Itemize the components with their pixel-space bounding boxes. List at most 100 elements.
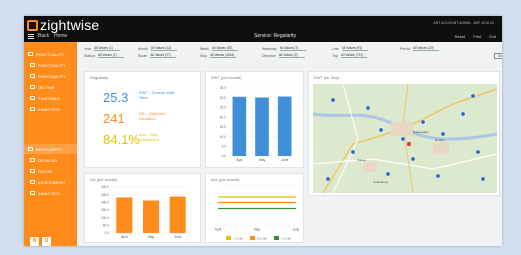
y-tick-label: 200.0 — [101, 201, 109, 205]
map-svg — [313, 84, 497, 193]
map-card: EWT per Stop Nieuwegein Houten Vianen Cu… — [308, 71, 500, 196]
check-icon — [30, 180, 35, 184]
sidebar-button-1[interactable]: 6 — [30, 237, 39, 246]
print-link[interactable]: Print — [473, 34, 481, 39]
filter-month[interactable]: Month All Values (12) — [138, 46, 177, 51]
map-label-2: Houten — [435, 138, 445, 142]
legend-swatch — [274, 236, 279, 240]
clock-icon — [28, 52, 33, 56]
page-title: Service: Regularity — [254, 33, 296, 39]
map-title: EWT per Stop — [314, 75, 340, 80]
filter-week[interactable]: Week All Values (53) — [200, 46, 238, 51]
sidebar-item-assessment[interactable]: ASSESSMENT — [30, 178, 65, 186]
filter-bar: Year All Values (1) Month All Values (12) … — [84, 45, 502, 61]
x-tick-label: June — [281, 158, 288, 162]
legend-label: < 2 min — [233, 237, 243, 241]
chart-icon — [30, 191, 35, 195]
bar-aprl — [232, 96, 247, 156]
x-tick-label: April — [121, 235, 128, 239]
go-button[interactable]: Go — [494, 53, 502, 59]
y-tick-label: 10.0 — [220, 135, 226, 139]
menu-icon[interactable] — [28, 34, 34, 39]
map-view[interactable]: Nieuwegein Houten Vianen Culemborg — [313, 84, 497, 193]
kpi-sd-value: 241 — [103, 111, 125, 126]
x-tick-label: May — [259, 158, 266, 162]
bar-june — [169, 196, 186, 233]
filter-station[interactable]: Station All Values (1) — [84, 53, 124, 58]
nav-home[interactable]: Home — [54, 33, 67, 39]
chart-icon — [30, 107, 35, 111]
sidebar-item-punctuality-stop[interactable]: PUNCTUALITY — [30, 72, 66, 80]
kpi-card: Regularity 25.3 EWT – Excess Wait Time 2… — [84, 71, 201, 168]
x-tick-label: April — [215, 228, 222, 232]
x-tick-label: May — [148, 235, 155, 239]
list-icon — [30, 158, 35, 162]
map-label-4: Culemborg — [373, 180, 388, 184]
app-logo: zightwise — [40, 17, 100, 33]
sidebar-item-punctuality-route[interactable]: PUNCTUALITY — [30, 61, 66, 69]
exit-link[interactable]: Exit — [489, 34, 496, 39]
kpi-ewt-value: 25.3 — [103, 90, 129, 105]
kpi-title: Regularity — [90, 75, 109, 80]
sidebar-item-detailed[interactable]: DETAILED — [30, 156, 57, 164]
y-tick-label: 300.0 — [101, 185, 109, 189]
y-tick-label: 250.0 — [101, 193, 109, 197]
filter-stop[interactable]: Stop All Values (4004) — [200, 53, 237, 58]
filter-period[interactable]: Period All Values (20) — [400, 46, 440, 51]
ewt-bar-chart: 35.0 30.0 25.0 20.0 15.0 10.0 5.0 0.0 Aprl May Jun… — [220, 86, 296, 162]
x-tick-label: Aprl — [236, 158, 242, 162]
acc-line-chart: April May June < 2 min 2-5 min > 5 min — [215, 185, 300, 241]
x-tick-label: June — [174, 235, 181, 239]
sidebar-item-timetable[interactable]: TIMETABLE — [30, 94, 60, 102]
kpi-acc-value: 84.1% — [103, 132, 140, 147]
urban-area — [391, 122, 413, 136]
map-label-1: Nieuwegein — [413, 130, 429, 134]
y-tick-label: 35.0 — [220, 86, 226, 90]
kpi-acc-label: Acc – Stop Adjustment — [139, 132, 160, 142]
top-bar: zightwise Back Home Service: Regularity … — [24, 16, 502, 42]
sidebar-item-on-time[interactable]: ON TIME — [30, 83, 55, 91]
filter-weekday[interactable]: Weekday All Values (7) — [262, 46, 306, 51]
filter-route[interactable]: Route All Values (27) — [138, 53, 177, 58]
route-icon — [30, 169, 35, 173]
sidebar-item-analytics[interactable]: ANALYTICS — [30, 105, 60, 113]
filter-line[interactable]: Line All Values (91) — [332, 46, 368, 51]
y-tick-label: 0.0 — [105, 231, 110, 235]
ewt-chart-card: EWT (per month) 35.0 30.0 25.0 20.0 15.0 10.0… — [205, 71, 304, 168]
sd-bar-chart: 300.0 250.0 200.0 150.0 100.0 50.0 0.0 April May… — [101, 185, 191, 239]
sidebar-button-2[interactable]: 0 — [42, 237, 51, 246]
route-icon — [30, 63, 35, 67]
y-tick-label: 20.0 — [220, 115, 226, 119]
logo-icon — [27, 20, 38, 31]
y-tick-label: 30.0 — [220, 96, 226, 100]
bar-may — [143, 200, 159, 233]
reset-link[interactable]: Reset — [455, 34, 465, 39]
y-tick-label: 15.0 — [220, 125, 226, 129]
filter-direction[interactable]: Direction All Values (2) — [262, 53, 305, 58]
acc-chart-card: Acc (per month) April May June < 2 min 2-5 m… — [205, 173, 304, 243]
kpi-ewt-label: EWT – Excess Wait Time — [139, 90, 175, 100]
x-tick-label: June — [293, 228, 300, 232]
kpi-sd-label: SD – Standard Deviation — [139, 111, 166, 121]
table-icon — [30, 96, 35, 100]
time-icon — [30, 85, 35, 89]
urban-area — [433, 142, 449, 154]
sidebar-item-regularity[interactable]: REGULARITY — [28, 145, 62, 153]
nav-back[interactable]: Back — [38, 33, 49, 39]
selected-stop-marker — [406, 141, 412, 147]
map-label-3: Vianen — [357, 158, 367, 162]
app-window: zightwise Back Home Service: Regularity … — [24, 16, 502, 246]
y-tick-label: 5.0 — [222, 144, 227, 148]
bar-may — [255, 97, 269, 156]
sidebar-item-route[interactable]: ROUTE — [30, 167, 52, 175]
legend-label: 2-5 min — [257, 237, 267, 241]
sidebar: PUNCTUALITY PUNCTUALITY PUNCTUALITY ON T… — [24, 42, 77, 246]
y-tick-label: 150.0 — [101, 208, 109, 212]
filter-trip[interactable]: Trip All Values (737) — [332, 53, 367, 58]
sidebar-item-analytics-2[interactable]: ANALYTICS — [30, 189, 60, 197]
legend-label: > 5 min — [281, 237, 291, 241]
sd-chart-card: SD (per month) 300.0 250.0 200.0 150.0 100.0… — [84, 173, 201, 243]
filter-year[interactable]: Year All Values (1) — [84, 46, 121, 51]
x-tick-label: May — [254, 228, 260, 232]
sidebar-item-punctuality[interactable]: PUNCTUALITY — [28, 50, 64, 58]
